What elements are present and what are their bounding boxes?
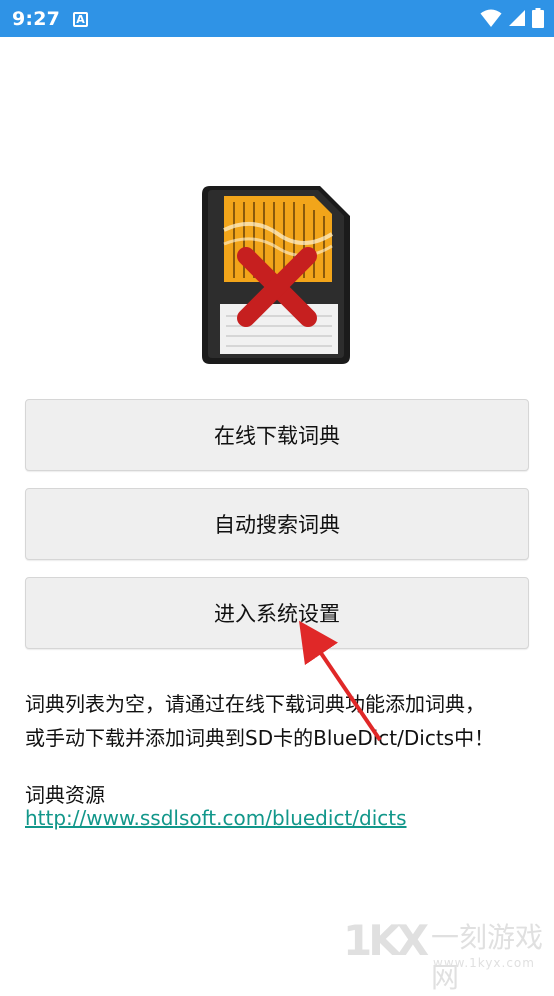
wifi-icon bbox=[480, 9, 502, 27]
dict-resources-title: 词典资源 bbox=[25, 783, 105, 807]
notification-a-icon: A bbox=[73, 12, 88, 27]
online-download-dict-button[interactable]: 在线下载词典 bbox=[25, 399, 529, 471]
status-icons bbox=[480, 8, 544, 28]
cellular-signal-icon bbox=[509, 10, 525, 26]
battery-icon bbox=[532, 8, 544, 28]
status-bar: 9:27 A bbox=[0, 0, 554, 37]
status-time: 9:27 bbox=[12, 8, 61, 30]
watermark-url: www.1kyx.com bbox=[433, 956, 535, 970]
watermark-name: 一刻游戏网 bbox=[431, 921, 544, 994]
dict-resources-link[interactable]: http://www.ssdlsoft.com/bluedict/dicts bbox=[25, 806, 407, 830]
sdcard-error-icon bbox=[202, 186, 350, 364]
empty-dict-message-line2: 或手动下载并添加词典到SD卡的BlueDict/Dicts中！ bbox=[25, 726, 495, 750]
empty-dict-message-line1: 词典列表为空，请通过在线下载词典功能添加词典， bbox=[25, 692, 485, 716]
site-watermark: 1KX 一刻游戏网 www.1kyx.com bbox=[343, 916, 553, 994]
system-settings-button[interactable]: 进入系统设置 bbox=[25, 577, 529, 649]
watermark-logo: 1KX bbox=[343, 916, 429, 965]
auto-search-dict-button[interactable]: 自动搜索词典 bbox=[25, 488, 529, 560]
empty-dict-message: 词典列表为空，请通过在线下载词典功能添加词典， 或手动下载并添加词典到SD卡的B… bbox=[25, 687, 535, 755]
